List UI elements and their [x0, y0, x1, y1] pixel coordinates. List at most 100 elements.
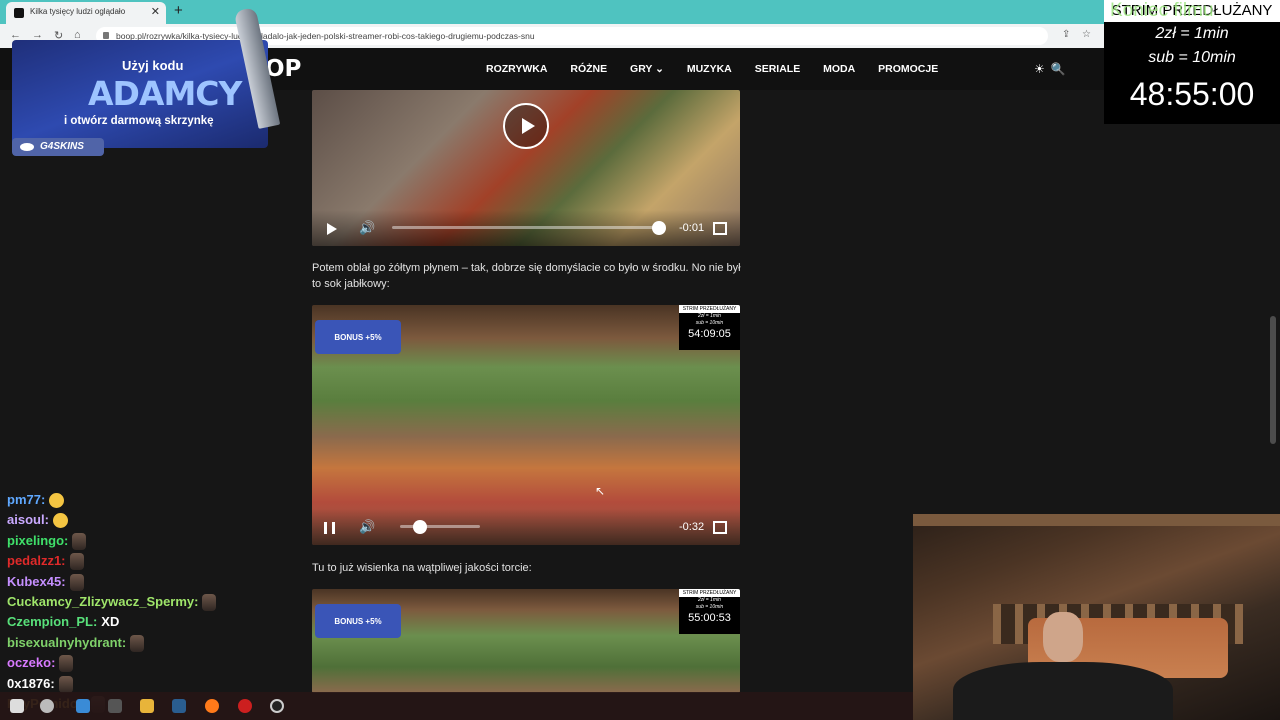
chat-username: oczeko:	[7, 655, 56, 671]
chat-username: pedalzz1:	[7, 553, 66, 569]
chat-message: 0x1876:	[0, 674, 300, 694]
overlay-timer: 54:09:05	[688, 328, 731, 340]
timer-title: STRIM PRZEDŁUŻANY Koniec filmu	[1104, 0, 1280, 22]
nav-icons: ☀🔍	[1034, 62, 1072, 76]
overlay-rate: sub = 10min	[695, 320, 724, 326]
chat-message: Cuckamcy_Zlizywacz_Spermy:	[0, 592, 300, 612]
chat-text: XD	[101, 614, 120, 630]
chat-message: oczeko:	[0, 653, 300, 673]
face-emote-icon	[72, 532, 87, 550]
search-icon[interactable]	[40, 699, 54, 713]
video-player-2[interactable]: BONUS +5% STRIM PRZEDŁUŻANY 2zł = 1min s…	[312, 305, 740, 545]
timer-rate: 2zł = 1min	[1155, 25, 1229, 42]
laugh-emote-icon	[49, 493, 65, 509]
overlay-title: STRIM PRZEDŁUŻANY	[679, 305, 740, 313]
face-emote-icon	[202, 594, 217, 612]
overlay-rate: sub = 10min	[695, 604, 724, 610]
stream-timer-overlay: STRIM PRZEDŁUŻANY 2zł = 1min sub = 10min…	[679, 589, 740, 634]
promo-line2: i otwórz darmową skrzynkę	[64, 115, 214, 127]
promo-code: ADAMCY	[88, 74, 242, 113]
opera-icon[interactable]	[238, 699, 252, 713]
timer-rate: sub = 10min	[1148, 49, 1236, 66]
chat-username: bisexualnyhydrant:	[7, 634, 127, 650]
firefox-icon[interactable]	[205, 699, 219, 713]
face-emote-icon	[58, 675, 73, 693]
menu-item-muzyka[interactable]: MUZYKA	[687, 63, 732, 75]
taskbar	[0, 692, 913, 720]
face-emote-icon	[69, 553, 84, 571]
chrome-icon[interactable]	[76, 699, 90, 713]
chat-username: pixelingo:	[7, 532, 69, 548]
menu-item-rozne[interactable]: RÓŻNE	[570, 63, 607, 75]
video-controls: 🔊 -0:32	[312, 509, 740, 545]
stream-timer-overlay: STRIM PRZEDŁUŻANY 2zł = 1min sub = 10min…	[679, 305, 740, 350]
menu-item-promocje[interactable]: PROMOCJE	[878, 63, 938, 75]
volume-icon[interactable]: 🔊	[359, 519, 375, 535]
chat-message: pedalzz1:	[0, 551, 300, 571]
progress-track[interactable]	[400, 525, 480, 528]
chat-message: bisexualnyhydrant:	[0, 633, 300, 653]
bonus-banner: BONUS +5%	[315, 320, 401, 354]
favicon-icon	[14, 8, 24, 18]
chat-username: Cuckamcy_Zlizywacz_Spermy:	[7, 593, 199, 609]
bookmark-icon[interactable]: ☆	[1082, 29, 1091, 40]
progress-knob[interactable]	[652, 221, 667, 235]
search-icon[interactable]: 🔍	[1051, 62, 1072, 76]
face-emote-icon	[130, 634, 145, 652]
volume-icon[interactable]: 🔊	[359, 220, 375, 236]
overlay-timer: 55:00:53	[688, 612, 731, 624]
fullscreen-icon[interactable]	[713, 222, 727, 235]
menu-item-rozrywka[interactable]: ROZRYWKA	[486, 63, 547, 75]
time-remaining: -0:01	[679, 222, 705, 234]
overlay-rate: 2zł = 1min	[698, 313, 721, 319]
progress-knob[interactable]	[413, 520, 427, 534]
menu-item-seriale[interactable]: SERIALE	[755, 63, 801, 75]
overlay-title: STRIM PRZEDŁUŻANY	[679, 589, 740, 597]
time-remaining: -0:32	[679, 521, 705, 533]
laugh-emote-icon	[52, 513, 68, 529]
chat-message: aisoul:	[0, 510, 300, 530]
webcam-feed	[913, 514, 1280, 720]
timer-clock: 48:55:00	[1129, 76, 1255, 112]
face-emote-icon	[69, 573, 84, 591]
share-icon[interactable]: ⇪	[1062, 29, 1070, 40]
page-scrollbar[interactable]	[1270, 316, 1276, 444]
new-tab-button[interactable]: +	[174, 2, 183, 19]
chat-username: 0x1876:	[7, 675, 55, 691]
promo-line1: Użyj kodu	[122, 58, 184, 73]
bonus-banner: BONUS +5%	[315, 604, 401, 638]
article-paragraph: Tu to już wisienka na wątpliwej jakości …	[312, 562, 532, 574]
video-controls: 🔊 -0:01	[312, 210, 740, 246]
browser-tab-bar: Kilka tysięcy ludzi oglądało ✕ +	[0, 0, 1104, 24]
menu-item-gry[interactable]: GRY ⌄	[630, 63, 664, 75]
steam-icon[interactable]	[172, 699, 186, 713]
folder-icon[interactable]	[140, 699, 154, 713]
close-tab-icon[interactable]: ✕	[151, 5, 160, 18]
timer-overlay-text: Koniec filmu	[1110, 0, 1214, 21]
app-icon[interactable]	[108, 699, 122, 713]
menu-item-moda[interactable]: MODA	[823, 63, 855, 75]
chat-username: pm77:	[7, 492, 46, 507]
chat-message: Kubex45:	[0, 572, 300, 592]
chat-username: Czempion_PL:	[7, 614, 98, 630]
brand-badge: G4SKINS	[12, 138, 104, 156]
pause-icon[interactable]	[324, 522, 335, 534]
video-player-1[interactable]: 🔊 -0:01	[312, 90, 740, 246]
big-play-icon[interactable]	[503, 103, 549, 149]
chat-username: Kubex45:	[7, 573, 66, 589]
browser-tab[interactable]: Kilka tysięcy ludzi oglądało ✕	[6, 2, 166, 24]
chat-message: pixelingo:	[0, 531, 300, 551]
progress-track[interactable]	[392, 226, 662, 229]
chat-username: aisoul:	[7, 512, 49, 528]
overlay-rate: 2zł = 1min	[698, 597, 721, 603]
fullscreen-icon[interactable]	[713, 521, 727, 534]
theme-toggle-icon[interactable]: ☀	[1034, 62, 1051, 76]
obs-icon[interactable]	[270, 699, 284, 713]
start-icon[interactable]	[10, 699, 24, 713]
face-emote-icon	[59, 655, 74, 673]
promo-banner: Użyj kodu ADAMCY i otwórz darmową skrzyn…	[12, 7, 281, 148]
video-player-3[interactable]: BONUS +5% STRIM PRZEDŁUŻANY 2zł = 1min s…	[312, 589, 740, 693]
play-icon[interactable]	[327, 223, 337, 235]
chat-overlay: pm77: aisoul: pixelingo: pedalzz1: Kubex45: C…	[0, 490, 300, 714]
article-paragraph: Potem oblał go żółtym płynem – tak, dobr…	[312, 262, 741, 290]
